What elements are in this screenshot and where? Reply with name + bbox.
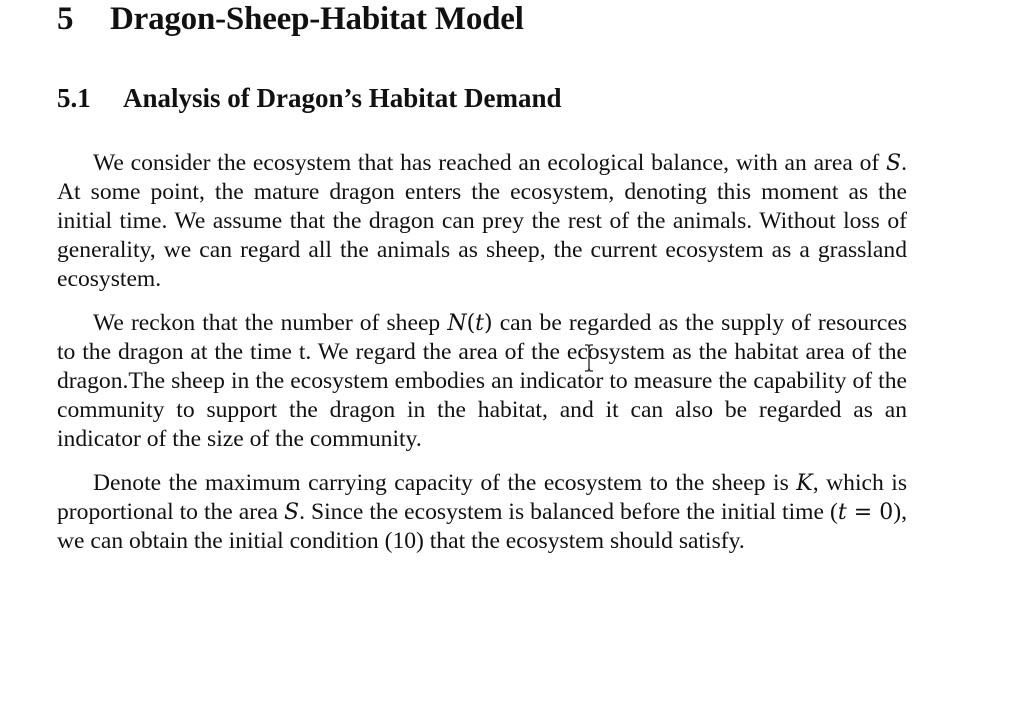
equation-var-t: t [837,500,847,525]
function-n: N [447,311,467,336]
paren-open: ( [466,311,476,336]
section-title: Dragon-Sheep-Habitat Model [110,1,524,37]
paragraph-3: Denote the maximum carrying capacity of … [57,469,907,556]
variable-s-2: S [284,500,300,525]
variable-k: K [796,471,813,496]
subsection-title: Analysis of Dragon’s Habitat Demand [123,83,562,113]
section-number: 5 [57,1,74,37]
variable-s: S [886,151,902,176]
paragraph-3-text-c: . Since the ecosystem is balanced before… [299,499,838,525]
variable-t: t [475,311,485,336]
paren-close: ) [484,311,493,336]
paragraph-2-text-a: We reckon that the number of sheep [93,310,448,336]
subsection-heading: 5.1 Analysis of Dragon’s Habitat Demand [57,83,562,114]
paragraph-1-text-a: We consider the ecosystem that has reach… [93,150,887,176]
subsection-number: 5.1 [57,83,91,113]
text-cursor-icon [583,343,595,373]
paragraph-3-text-a: Denote the maximum carrying capacity of … [93,470,797,496]
equation-sign: = [846,500,880,525]
section-heading: 5 Dragon-Sheep-Habitat Model [57,1,524,38]
paragraph-2: We reckon that the number of sheep N(t) … [57,309,907,454]
equation-value: 0 [879,500,894,525]
paragraph-1: We consider the ecosystem that has reach… [57,149,907,294]
